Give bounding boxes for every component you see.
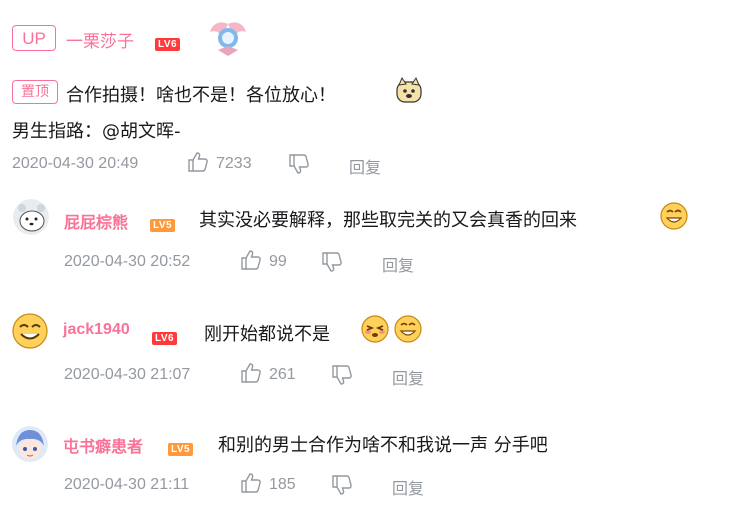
thumbs-down-icon[interactable] [331,364,353,390]
pinned-badge: 置顶 [12,80,58,104]
like-count: 185 [269,476,296,493]
bear-avatar[interactable] [13,199,49,235]
blush-emoji [360,314,390,348]
author-name[interactable]: 屯书癖患者 [63,433,143,457]
comment-text: 和别的男士合作为啥不和我说一声 分手吧 [218,435,548,456]
reply-button[interactable]: 回复 [392,475,424,499]
comment-text-2: 男生指路：@胡文晖- [12,121,181,142]
author-name[interactable]: jack1940 [63,321,130,339]
like-count: 99 [269,253,287,270]
comment-text: 刚开始都说不是 [204,324,330,345]
thumbs-up-icon[interactable] [240,362,262,388]
doge-emoji [394,76,424,110]
anime-avatar[interactable] [12,426,48,462]
comment-date: 2020-04-30 21:11 [64,476,190,493]
grin-emoji [393,314,423,348]
thumbs-down-icon[interactable] [288,153,310,179]
comment-date: 2020-04-30 20:49 [12,155,139,172]
up-badge: UP [12,25,56,51]
level-badge: LV5 [168,437,194,456]
comment-text: 合作拍摄！啥也不是！各位放心！ [66,85,336,106]
comment-date: 2020-04-30 20:52 [64,253,191,270]
author-name[interactable]: 一栗莎子 [66,27,134,52]
thumbs-down-icon[interactable] [321,251,343,277]
thumbs-up-icon[interactable] [187,151,209,177]
comment-date: 2020-04-30 21:07 [64,366,191,383]
reply-button[interactable]: 回复 [392,365,424,389]
like-count: 261 [269,366,296,383]
level-badge: LV5 [150,213,176,232]
smile-avatar[interactable] [12,313,48,349]
reply-button[interactable]: 回复 [382,252,414,276]
thumbs-down-icon[interactable] [331,474,353,500]
level-badge: LV6 [152,326,178,345]
medal-icon [206,18,250,62]
author-name[interactable]: 屁屁棕熊 [64,209,128,233]
like-count: 7233 [216,155,252,172]
thumbs-up-icon[interactable] [240,472,262,498]
reply-button[interactable]: 回复 [349,154,381,178]
grin-emoji [659,201,689,235]
comment-text: 其实没必要解释，那些取完关的又会真香的回来 [199,210,577,231]
thumbs-up-icon[interactable] [240,249,262,275]
level-badge: LV6 [155,32,181,51]
